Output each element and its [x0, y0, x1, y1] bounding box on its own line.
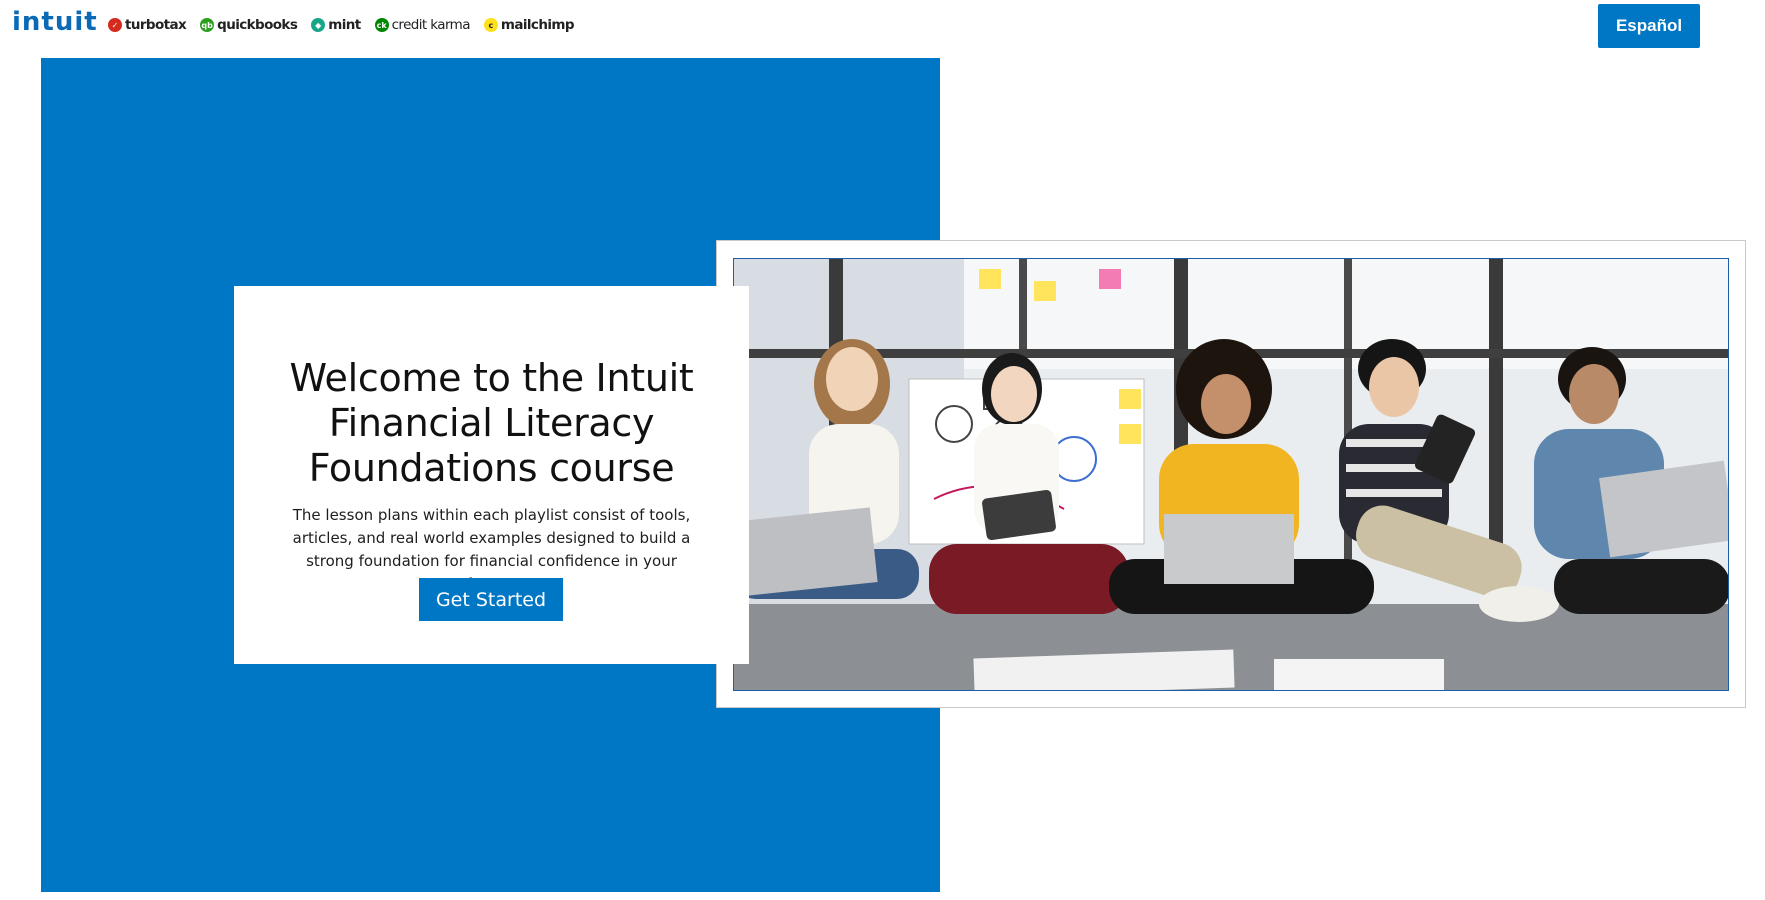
espanol-language-button[interactable]: Español	[1598, 4, 1700, 48]
hero-photo-students	[733, 258, 1729, 691]
page: intuit ✓ turbotax qb quickbooks ◆ mint c…	[0, 0, 1765, 900]
quickbooks-qb-icon: qb	[200, 18, 215, 32]
brand-credit-karma-link[interactable]: ck credit karma	[374, 17, 471, 33]
brand-label: quickbooks	[217, 17, 298, 33]
welcome-heading: Welcome to the Intuit Financial Literacy…	[289, 356, 694, 490]
mailchimp-freddie-icon: c	[483, 18, 498, 32]
turbotax-check-icon: ✓	[108, 18, 122, 32]
brand-mint-link[interactable]: ◆ mint	[311, 17, 361, 33]
brand-label: turbotax	[125, 17, 187, 33]
site-header: intuit ✓ turbotax qb quickbooks ◆ mint c…	[0, 0, 1765, 55]
brand-mailchimp-link[interactable]: c mailchimp	[483, 17, 575, 33]
brand-label: credit karma	[391, 17, 471, 33]
mint-leaf-icon: ◆	[311, 18, 326, 32]
brand-family-nav: ✓ turbotax qb quickbooks ◆ mint ck credi…	[108, 17, 575, 33]
intuit-logo[interactable]: intuit	[12, 7, 98, 37]
brand-turbotax-link[interactable]: ✓ turbotax	[108, 17, 187, 33]
brand-quickbooks-link[interactable]: qb quickbooks	[200, 17, 298, 33]
credit-karma-ck-icon: ck	[374, 18, 389, 32]
brand-label: mint	[328, 17, 361, 33]
brand-label: mailchimp	[500, 17, 575, 33]
welcome-card: Welcome to the Intuit Financial Literacy…	[234, 286, 749, 664]
get-started-button[interactable]: Get Started	[419, 578, 563, 621]
